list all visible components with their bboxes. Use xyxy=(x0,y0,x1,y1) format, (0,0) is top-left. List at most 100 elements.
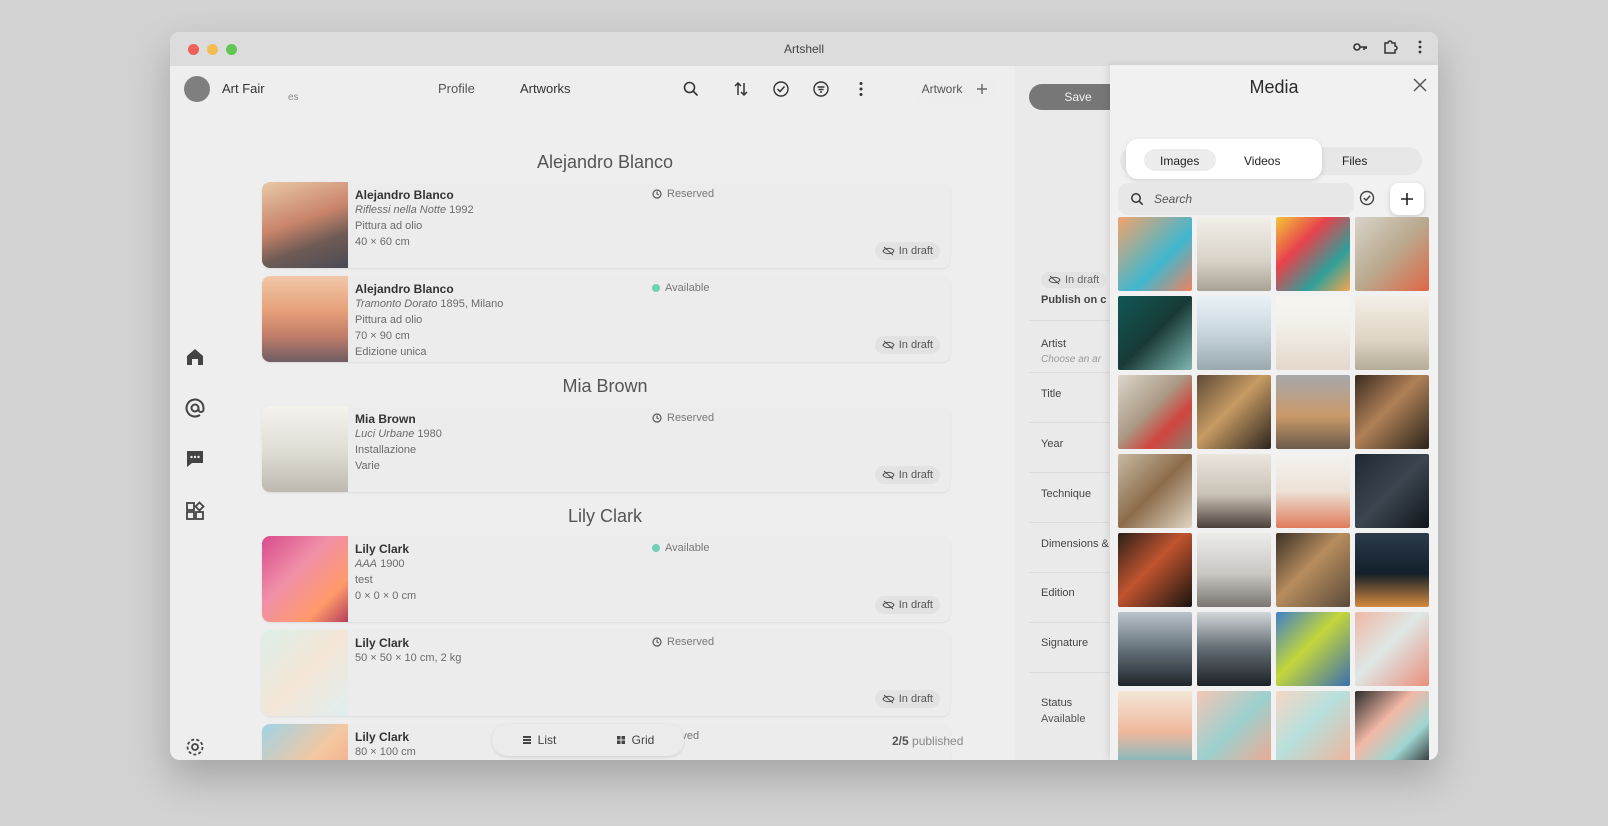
draft-badge[interactable]: In draft xyxy=(874,242,940,260)
field-label-year[interactable]: Year xyxy=(1041,438,1063,450)
media-thumbnail[interactable] xyxy=(1197,296,1271,370)
artwork-title-line: AAA 1900 xyxy=(355,558,405,570)
close-window-button[interactable] xyxy=(188,44,199,55)
artwork-thumbnail xyxy=(262,182,348,268)
key-icon[interactable] xyxy=(1352,39,1368,55)
widgets-icon[interactable] xyxy=(184,500,206,522)
close-icon[interactable] xyxy=(1412,77,1428,93)
search-icon xyxy=(1130,192,1144,206)
window-title: Artshell xyxy=(783,42,824,56)
media-thumbnail[interactable] xyxy=(1355,612,1429,686)
artwork-artist: Lily Clark xyxy=(355,542,410,556)
media-thumbnail[interactable] xyxy=(1118,533,1192,607)
media-thumbnail[interactable] xyxy=(1355,454,1429,528)
add-media-button[interactable] xyxy=(1390,183,1424,215)
more-vertical-icon[interactable] xyxy=(1412,39,1428,55)
artwork-card[interactable]: Alejandro Blanco Riflessi nella Notte 19… xyxy=(262,182,950,268)
media-thumbnail[interactable] xyxy=(1118,454,1192,528)
status-badge: Reserved xyxy=(652,412,714,424)
more-vertical-icon[interactable] xyxy=(852,80,870,98)
view-grid-button[interactable]: Grid xyxy=(616,733,654,747)
status-badge: Available xyxy=(652,282,709,294)
tab-profile[interactable]: Profile xyxy=(438,81,475,96)
artwork-artist: Lily Clark xyxy=(355,730,410,744)
add-artwork-button[interactable]: Artwork xyxy=(912,74,998,104)
status-value[interactable]: Available xyxy=(1041,713,1085,725)
account-name[interactable]: Art Fair xyxy=(222,81,265,96)
draft-badge[interactable]: In draft xyxy=(874,596,940,614)
artist-input[interactable]: Choose an ar xyxy=(1041,354,1101,365)
media-thumbnail[interactable] xyxy=(1276,612,1350,686)
field-label-dimensions[interactable]: Dimensions & xyxy=(1041,538,1109,550)
chat-icon[interactable] xyxy=(184,448,206,470)
media-thumbnail[interactable] xyxy=(1197,533,1271,607)
at-icon[interactable] xyxy=(184,397,206,419)
media-thumbnail[interactable] xyxy=(1197,612,1271,686)
field-label-title[interactable]: Title xyxy=(1041,388,1061,400)
media-thumbnail[interactable] xyxy=(1355,375,1429,449)
media-thumbnail[interactable] xyxy=(1197,454,1271,528)
media-thumbnail[interactable] xyxy=(1276,217,1350,291)
media-thumbnail[interactable] xyxy=(1276,375,1350,449)
media-thumbnail[interactable] xyxy=(1355,691,1429,760)
status-badge: Available xyxy=(652,542,709,554)
status-label: Reserved xyxy=(667,188,715,200)
artwork-size: 40 × 60 cm xyxy=(355,236,410,248)
filter-icon[interactable] xyxy=(812,80,830,98)
media-thumbnail[interactable] xyxy=(1355,296,1429,370)
artwork-card[interactable]: Mia Brown Luci Urbane 1980 Installazione… xyxy=(262,406,950,492)
media-thumbnail[interactable] xyxy=(1355,217,1429,291)
media-thumbnail[interactable] xyxy=(1118,612,1192,686)
available-dot xyxy=(652,544,660,552)
media-thumbnail[interactable] xyxy=(1355,533,1429,607)
tab-videos[interactable]: Videos xyxy=(1244,154,1280,168)
field-label-edition[interactable]: Edition xyxy=(1041,587,1075,599)
minimize-window-button[interactable] xyxy=(207,44,218,55)
tab-images[interactable]: Images xyxy=(1160,154,1199,168)
media-thumbnail[interactable] xyxy=(1197,375,1271,449)
artwork-meta: 1992 xyxy=(449,204,474,216)
zoom-window-button[interactable] xyxy=(226,44,237,55)
draft-badge[interactable]: In draft xyxy=(874,690,940,708)
media-thumbnail[interactable] xyxy=(1118,375,1192,449)
media-thumbnail[interactable] xyxy=(1118,296,1192,370)
media-thumbnail[interactable] xyxy=(1197,217,1271,291)
select-check-icon[interactable] xyxy=(772,80,790,98)
search-input[interactable]: Search xyxy=(1118,183,1354,215)
grid-icon xyxy=(616,735,626,745)
form-draft-label: In draft xyxy=(1065,274,1100,286)
select-check-icon[interactable] xyxy=(1358,189,1376,207)
media-thumbnail[interactable] xyxy=(1118,691,1192,760)
settings-gear-icon[interactable] xyxy=(184,736,206,758)
media-thumbnail[interactable] xyxy=(1197,691,1271,760)
publish-on-label[interactable]: Publish on c xyxy=(1041,294,1106,306)
artworks-panel: Art Fair es Profile Artworks Artwork Ale… xyxy=(170,66,1015,760)
draft-badge[interactable]: In draft xyxy=(874,336,940,354)
group-title: Mia Brown xyxy=(562,376,648,396)
media-thumbnail[interactable] xyxy=(1276,691,1350,760)
field-label-technique[interactable]: Technique xyxy=(1041,488,1091,500)
plus-icon xyxy=(1400,192,1414,206)
home-icon[interactable] xyxy=(184,346,206,368)
draft-badge[interactable]: In draft xyxy=(874,466,940,484)
view-list-button[interactable]: List xyxy=(522,733,556,747)
search-icon[interactable] xyxy=(682,80,700,98)
sort-icon[interactable] xyxy=(732,80,750,98)
form-draft-badge[interactable]: In draft xyxy=(1041,272,1107,288)
media-grid xyxy=(1118,217,1429,760)
media-thumbnail[interactable] xyxy=(1276,454,1350,528)
artwork-card[interactable]: Lily Clark AAA 1900 test 0 × 0 × 0 cm Av… xyxy=(262,536,950,622)
artwork-thumbnail xyxy=(262,630,348,716)
extension-icon[interactable] xyxy=(1382,39,1398,55)
artwork-size: 70 × 90 cm xyxy=(355,330,410,342)
tab-artworks[interactable]: Artworks xyxy=(520,81,571,96)
media-thumbnail[interactable] xyxy=(1118,217,1192,291)
media-thumbnail[interactable] xyxy=(1276,533,1350,607)
traffic-lights xyxy=(188,44,237,55)
artwork-card[interactable]: Lily Clark 50 × 50 × 10 cm, 2 kg Reserve… xyxy=(262,630,950,716)
field-label-signature[interactable]: Signature xyxy=(1041,637,1088,649)
media-thumbnail[interactable] xyxy=(1276,296,1350,370)
tab-files[interactable]: Files xyxy=(1342,154,1367,168)
artwork-card[interactable]: Alejandro Blanco Tramonto Dorato 1895, M… xyxy=(262,276,950,362)
artwork-artist: Lily Clark xyxy=(355,636,410,650)
